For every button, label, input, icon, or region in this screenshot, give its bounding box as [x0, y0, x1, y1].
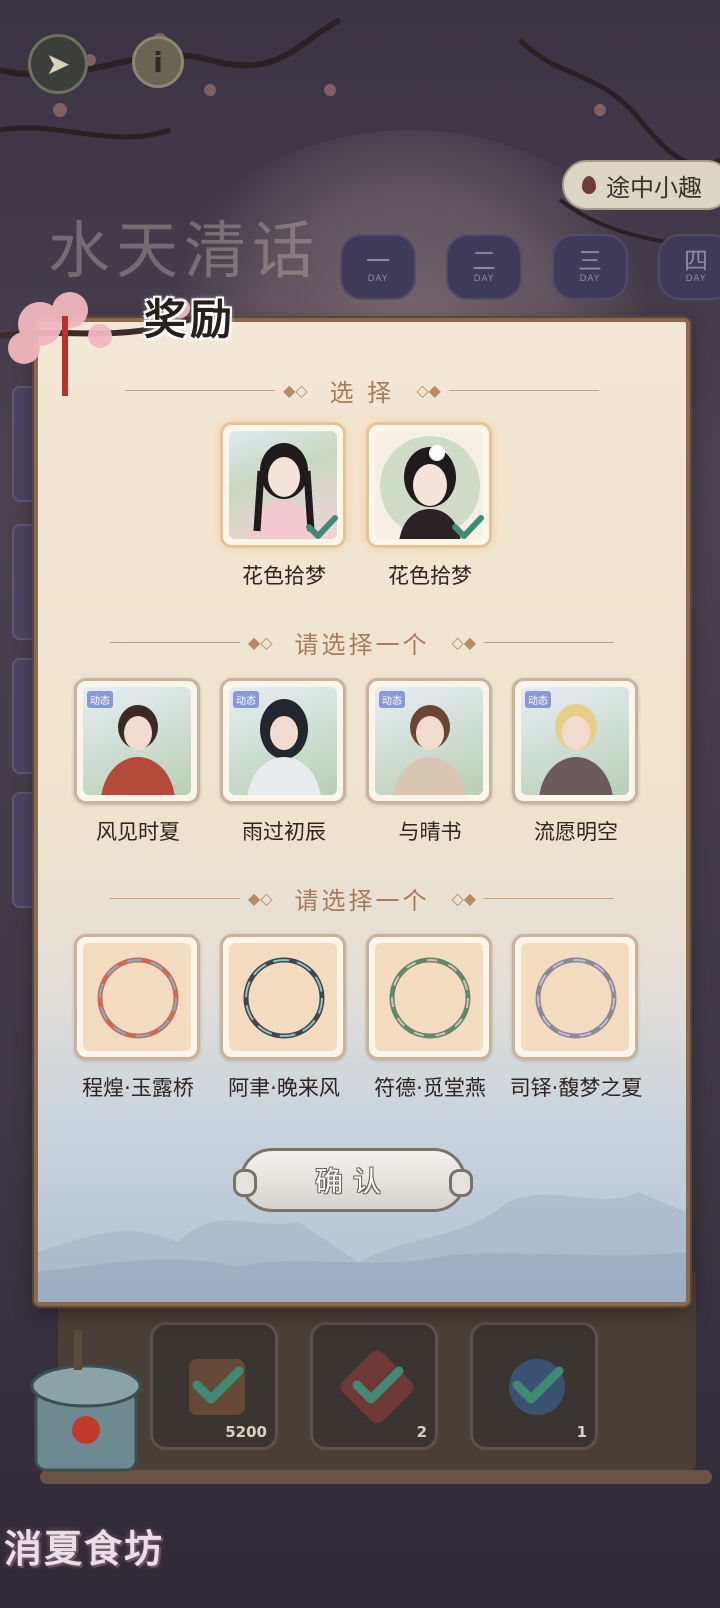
stove-icon[interactable] — [26, 1330, 146, 1480]
frame-card-label: 司铎·馥梦之夏 — [509, 1076, 643, 1100]
back-button[interactable]: ➤ — [28, 34, 88, 94]
reward-card-avatar-1[interactable] — [366, 422, 492, 548]
divider — [484, 641, 615, 643]
reward-count: 2 — [416, 1423, 427, 1441]
frame-ring-icon — [389, 957, 471, 1039]
character-art: 动态 — [375, 687, 483, 795]
frame-art — [229, 943, 337, 1051]
ornament-icon: ◆◇ — [247, 632, 273, 652]
reward-card-label: 花色拾梦 — [242, 564, 326, 588]
day-sub: DAY — [685, 274, 707, 284]
tag-badge: 动态 — [233, 691, 259, 708]
check-icon — [306, 515, 338, 539]
reward-slot-3[interactable]: 1 — [470, 1322, 598, 1450]
character-art: 动态 — [83, 687, 191, 795]
character-card-3[interactable]: 动态 — [366, 678, 492, 804]
section-header-pick-one: ◆◇ 请选择一个 ◇◆ — [38, 622, 686, 662]
ornament-icon: ◆◇ — [283, 380, 308, 400]
divider — [109, 897, 240, 899]
ornament-icon: ◇◆ — [451, 888, 477, 908]
frame-ring-icon — [535, 957, 617, 1039]
day-label: 三 — [578, 247, 602, 275]
day-label: 二 — [472, 247, 496, 275]
day-sub: DAY — [473, 274, 495, 284]
ornament-icon: ◇◆ — [416, 380, 441, 400]
tag-badge: 动态 — [379, 691, 405, 708]
tag-badge: 动态 — [87, 691, 113, 708]
divider — [484, 897, 615, 899]
character-card-label: 风见时夏 — [96, 820, 180, 844]
character-art: 动态 — [229, 687, 337, 795]
frame-card-label: 符德·觅堂燕 — [374, 1076, 486, 1100]
day-tab-4[interactable]: 四 DAY — [658, 234, 720, 300]
character-card-label: 流愿明空 — [534, 820, 618, 844]
event-label: 途中小趣 — [606, 173, 702, 202]
frame-art — [83, 943, 191, 1051]
day-sub: DAY — [367, 274, 389, 284]
check-icon — [452, 515, 484, 539]
day-tab-1[interactable]: 一 DAY — [340, 234, 416, 300]
frame-card-label: 阿聿·晚来风 — [228, 1076, 340, 1100]
divider — [448, 389, 599, 391]
food-shop-button[interactable]: 消夏食坊 — [4, 1518, 164, 1573]
character-card-2[interactable]: 动态 — [220, 678, 346, 804]
reward-slot-1[interactable]: 5200 — [150, 1322, 278, 1450]
character-card-1[interactable]: 动态 — [74, 678, 200, 804]
frame-ring-icon — [97, 957, 179, 1039]
frame-card-4[interactable] — [512, 934, 638, 1060]
info-icon: i — [153, 45, 163, 79]
confirm-button[interactable]: 确认 — [233, 1148, 473, 1212]
day-tab-2[interactable]: 二 DAY — [446, 234, 522, 300]
panel-title: 奖励 — [144, 295, 237, 344]
section-label: 请选择一个 — [294, 886, 430, 915]
reward-card-costume-1[interactable] — [220, 422, 346, 548]
day-label: 四 — [684, 247, 708, 275]
ornament-icon: ◇◆ — [451, 632, 477, 652]
frame-card-label: 程煌·玉露桥 — [82, 1076, 194, 1100]
day-label: 一 — [366, 247, 390, 275]
day-tab-3[interactable]: 三 DAY — [552, 234, 628, 300]
check-icon — [192, 1366, 244, 1404]
frame-card-2[interactable] — [220, 934, 346, 1060]
reward-card-label: 花色拾梦 — [388, 564, 472, 588]
check-icon — [512, 1366, 564, 1404]
frame-card-1[interactable] — [74, 934, 200, 1060]
divider — [109, 641, 240, 643]
frame-ring-icon — [243, 957, 325, 1039]
section-label: 选 择 — [329, 378, 395, 407]
event-button[interactable]: 途中小趣 — [562, 160, 720, 210]
character-card-4[interactable]: 动态 — [512, 678, 638, 804]
info-button[interactable]: i — [132, 36, 184, 88]
frame-art — [375, 943, 483, 1051]
check-icon — [352, 1366, 404, 1404]
frame-art — [521, 943, 629, 1051]
section-label: 请选择一个 — [294, 630, 430, 659]
reward-count: 5200 — [225, 1423, 267, 1441]
ornament-icon: ◆◇ — [247, 888, 273, 908]
day-sub: DAY — [579, 274, 601, 284]
reward-count: 1 — [576, 1423, 587, 1441]
section-header-pick-one: ◆◇ 请选择一个 ◇◆ — [38, 878, 686, 918]
character-card-label: 与晴书 — [398, 820, 462, 844]
seed-icon — [582, 176, 596, 194]
back-arrow-icon: ➤ — [45, 46, 71, 82]
tag-badge: 动态 — [525, 691, 551, 708]
character-art: 动态 — [521, 687, 629, 795]
frame-card-3[interactable] — [366, 934, 492, 1060]
reward-slot-2[interactable]: 2 — [310, 1322, 438, 1450]
character-card-label: 雨过初辰 — [242, 820, 326, 844]
